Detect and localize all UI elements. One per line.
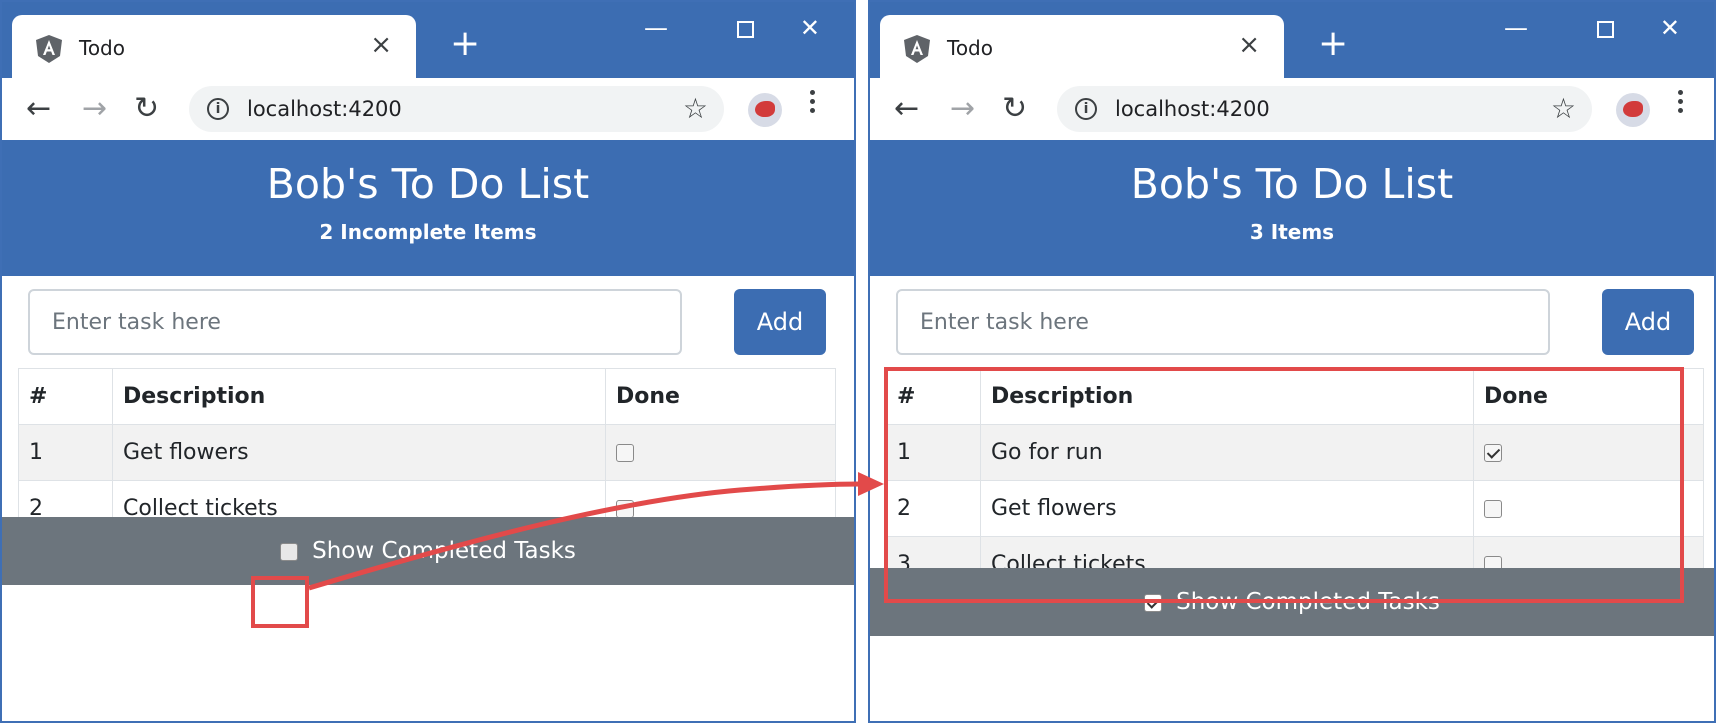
page-content: Bob's To Do List 2 Incomplete Items Add …: [2, 140, 854, 721]
table-header-row: # Description Done: [18, 368, 836, 425]
star-icon[interactable]: ☆: [1551, 92, 1576, 126]
menu-icon[interactable]: [1678, 90, 1684, 117]
page-header: Bob's To Do List 3 Items: [870, 140, 1714, 276]
done-checkbox[interactable]: [616, 444, 634, 462]
info-icon[interactable]: i: [207, 98, 229, 120]
table-row: 1 Get flowers: [18, 424, 836, 481]
tab-close-icon[interactable]: ×: [370, 29, 392, 61]
bird-icon: [755, 101, 775, 117]
row-description: Get flowers: [112, 424, 606, 481]
page-title: Bob's To Do List: [266, 160, 590, 208]
page-title: Bob's To Do List: [1130, 160, 1454, 208]
address-bar[interactable]: i localhost:4200 ☆: [1057, 86, 1592, 132]
row-number: 1: [18, 424, 113, 481]
url-text[interactable]: localhost:4200: [247, 97, 402, 121]
minimize-icon[interactable]: —: [1504, 12, 1528, 44]
title-bar: Todo × + — ✕: [870, 2, 1714, 78]
avatar[interactable]: [1616, 93, 1650, 127]
column-header-done: Done: [605, 368, 836, 425]
task-input[interactable]: [896, 289, 1550, 355]
close-window-icon[interactable]: ✕: [800, 12, 820, 44]
show-completed-checkbox[interactable]: [280, 542, 299, 561]
task-input[interactable]: [28, 289, 682, 355]
menu-icon[interactable]: [810, 90, 816, 117]
info-icon[interactable]: i: [1075, 98, 1097, 120]
done-checkbox[interactable]: [616, 500, 634, 518]
browser-window-right: Todo × + — ✕ ← → ↻ i localhost:4200 ☆ Bo…: [868, 0, 1716, 723]
tab-title: Todo: [947, 36, 993, 60]
table-highlight-box: [884, 367, 1684, 603]
tab-close-icon[interactable]: ×: [1238, 29, 1260, 61]
page-header: Bob's To Do List 2 Incomplete Items: [2, 140, 854, 276]
reload-icon[interactable]: ↻: [1002, 92, 1027, 126]
angular-favicon-icon: [36, 35, 62, 63]
browser-window-left: Todo × + — ✕ ← → ↻ i localhost:4200 ☆ Bo…: [0, 0, 856, 723]
close-window-icon[interactable]: ✕: [1660, 12, 1680, 44]
reload-icon[interactable]: ↻: [134, 92, 159, 126]
column-header-description: Description: [112, 368, 606, 425]
show-completed-footer: Show Completed Tasks: [2, 517, 854, 585]
avatar[interactable]: [748, 93, 782, 127]
forward-arrow-icon[interactable]: →: [950, 92, 975, 126]
url-text[interactable]: localhost:4200: [1115, 97, 1270, 121]
new-tab-button[interactable]: +: [450, 26, 480, 62]
add-button[interactable]: Add: [734, 289, 826, 355]
browser-toolbar: ← → ↻ i localhost:4200 ☆: [2, 78, 854, 140]
back-arrow-icon[interactable]: ←: [26, 92, 51, 126]
item-count: 2 Incomplete Items: [319, 220, 537, 244]
browser-tab[interactable]: Todo ×: [880, 15, 1284, 78]
angular-favicon-icon: [904, 35, 930, 63]
column-header-number: #: [18, 368, 113, 425]
show-completed-label[interactable]: Show Completed Tasks: [312, 538, 576, 564]
forward-arrow-icon[interactable]: →: [82, 92, 107, 126]
item-count: 3 Items: [1249, 220, 1335, 244]
row-done-cell: [605, 424, 836, 481]
browser-tab[interactable]: Todo ×: [12, 15, 416, 78]
minimize-icon[interactable]: —: [644, 12, 668, 44]
back-arrow-icon[interactable]: ←: [894, 92, 919, 126]
star-icon[interactable]: ☆: [683, 92, 708, 126]
checkbox-highlight-box: [251, 576, 309, 628]
todo-table: # Description Done 1 Get flowers 2 Colle…: [18, 368, 836, 537]
browser-toolbar: ← → ↻ i localhost:4200 ☆: [870, 78, 1714, 140]
maximize-icon[interactable]: [737, 12, 754, 44]
new-tab-button[interactable]: +: [1318, 26, 1348, 62]
bird-icon: [1623, 101, 1643, 117]
address-bar[interactable]: i localhost:4200 ☆: [189, 86, 724, 132]
add-button[interactable]: Add: [1602, 289, 1694, 355]
title-bar: Todo × + — ✕: [2, 2, 854, 78]
tab-title: Todo: [79, 36, 125, 60]
maximize-icon[interactable]: [1597, 12, 1614, 44]
